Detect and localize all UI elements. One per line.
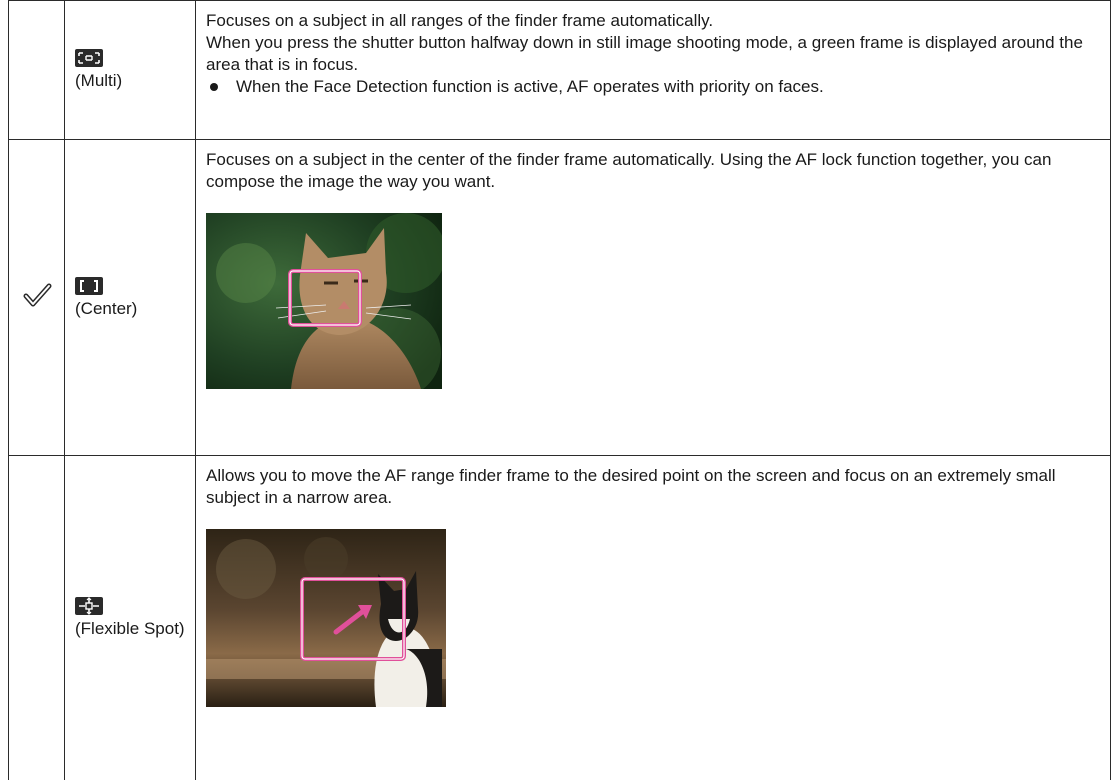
- bullet-icon: [210, 83, 218, 91]
- mode-label: (Flexible Spot): [75, 618, 195, 640]
- table-row-multi: (Multi) Focuses on a subject in all rang…: [9, 1, 1111, 140]
- mode-cell: (Multi): [65, 1, 196, 140]
- cat-flexible-spot-photo: [206, 529, 446, 707]
- bullet-text: When the Face Detection function is acti…: [236, 77, 824, 96]
- mode-label: (Center): [75, 298, 195, 320]
- cat-center-focus-photo: [206, 213, 442, 389]
- mode-cell: (Center): [65, 140, 196, 456]
- bullet-note: When the Face Detection function is acti…: [206, 76, 1096, 98]
- af-flexible-spot-icon: [75, 597, 103, 615]
- af-mode-table: (Multi) Focuses on a subject in all rang…: [8, 0, 1111, 780]
- description-line: Focuses on a subject in all ranges of th…: [206, 10, 1096, 32]
- description-cell: Focuses on a subject in all ranges of th…: [196, 1, 1111, 140]
- description-cell: Allows you to move the AF range finder f…: [196, 456, 1111, 780]
- check-cell: [9, 140, 65, 456]
- mode-cell: (Flexible Spot): [65, 456, 196, 780]
- checkmark-icon: [22, 280, 52, 310]
- description-text: Focuses on a subject in the center of th…: [206, 149, 1096, 193]
- description-cell: Focuses on a subject in the center of th…: [196, 140, 1111, 456]
- description-text: Allows you to move the AF range finder f…: [206, 465, 1096, 509]
- description-line: When you press the shutter button halfwa…: [206, 32, 1096, 76]
- mode-label: (Multi): [75, 70, 195, 92]
- af-multi-icon: [75, 49, 103, 67]
- check-cell: [9, 1, 65, 140]
- check-cell: [9, 456, 65, 780]
- af-center-icon: [75, 277, 103, 295]
- table-row-flexible-spot: (Flexible Spot) Allows you to move the A…: [9, 456, 1111, 780]
- table-row-center: (Center) Focuses on a subject in the cen…: [9, 140, 1111, 456]
